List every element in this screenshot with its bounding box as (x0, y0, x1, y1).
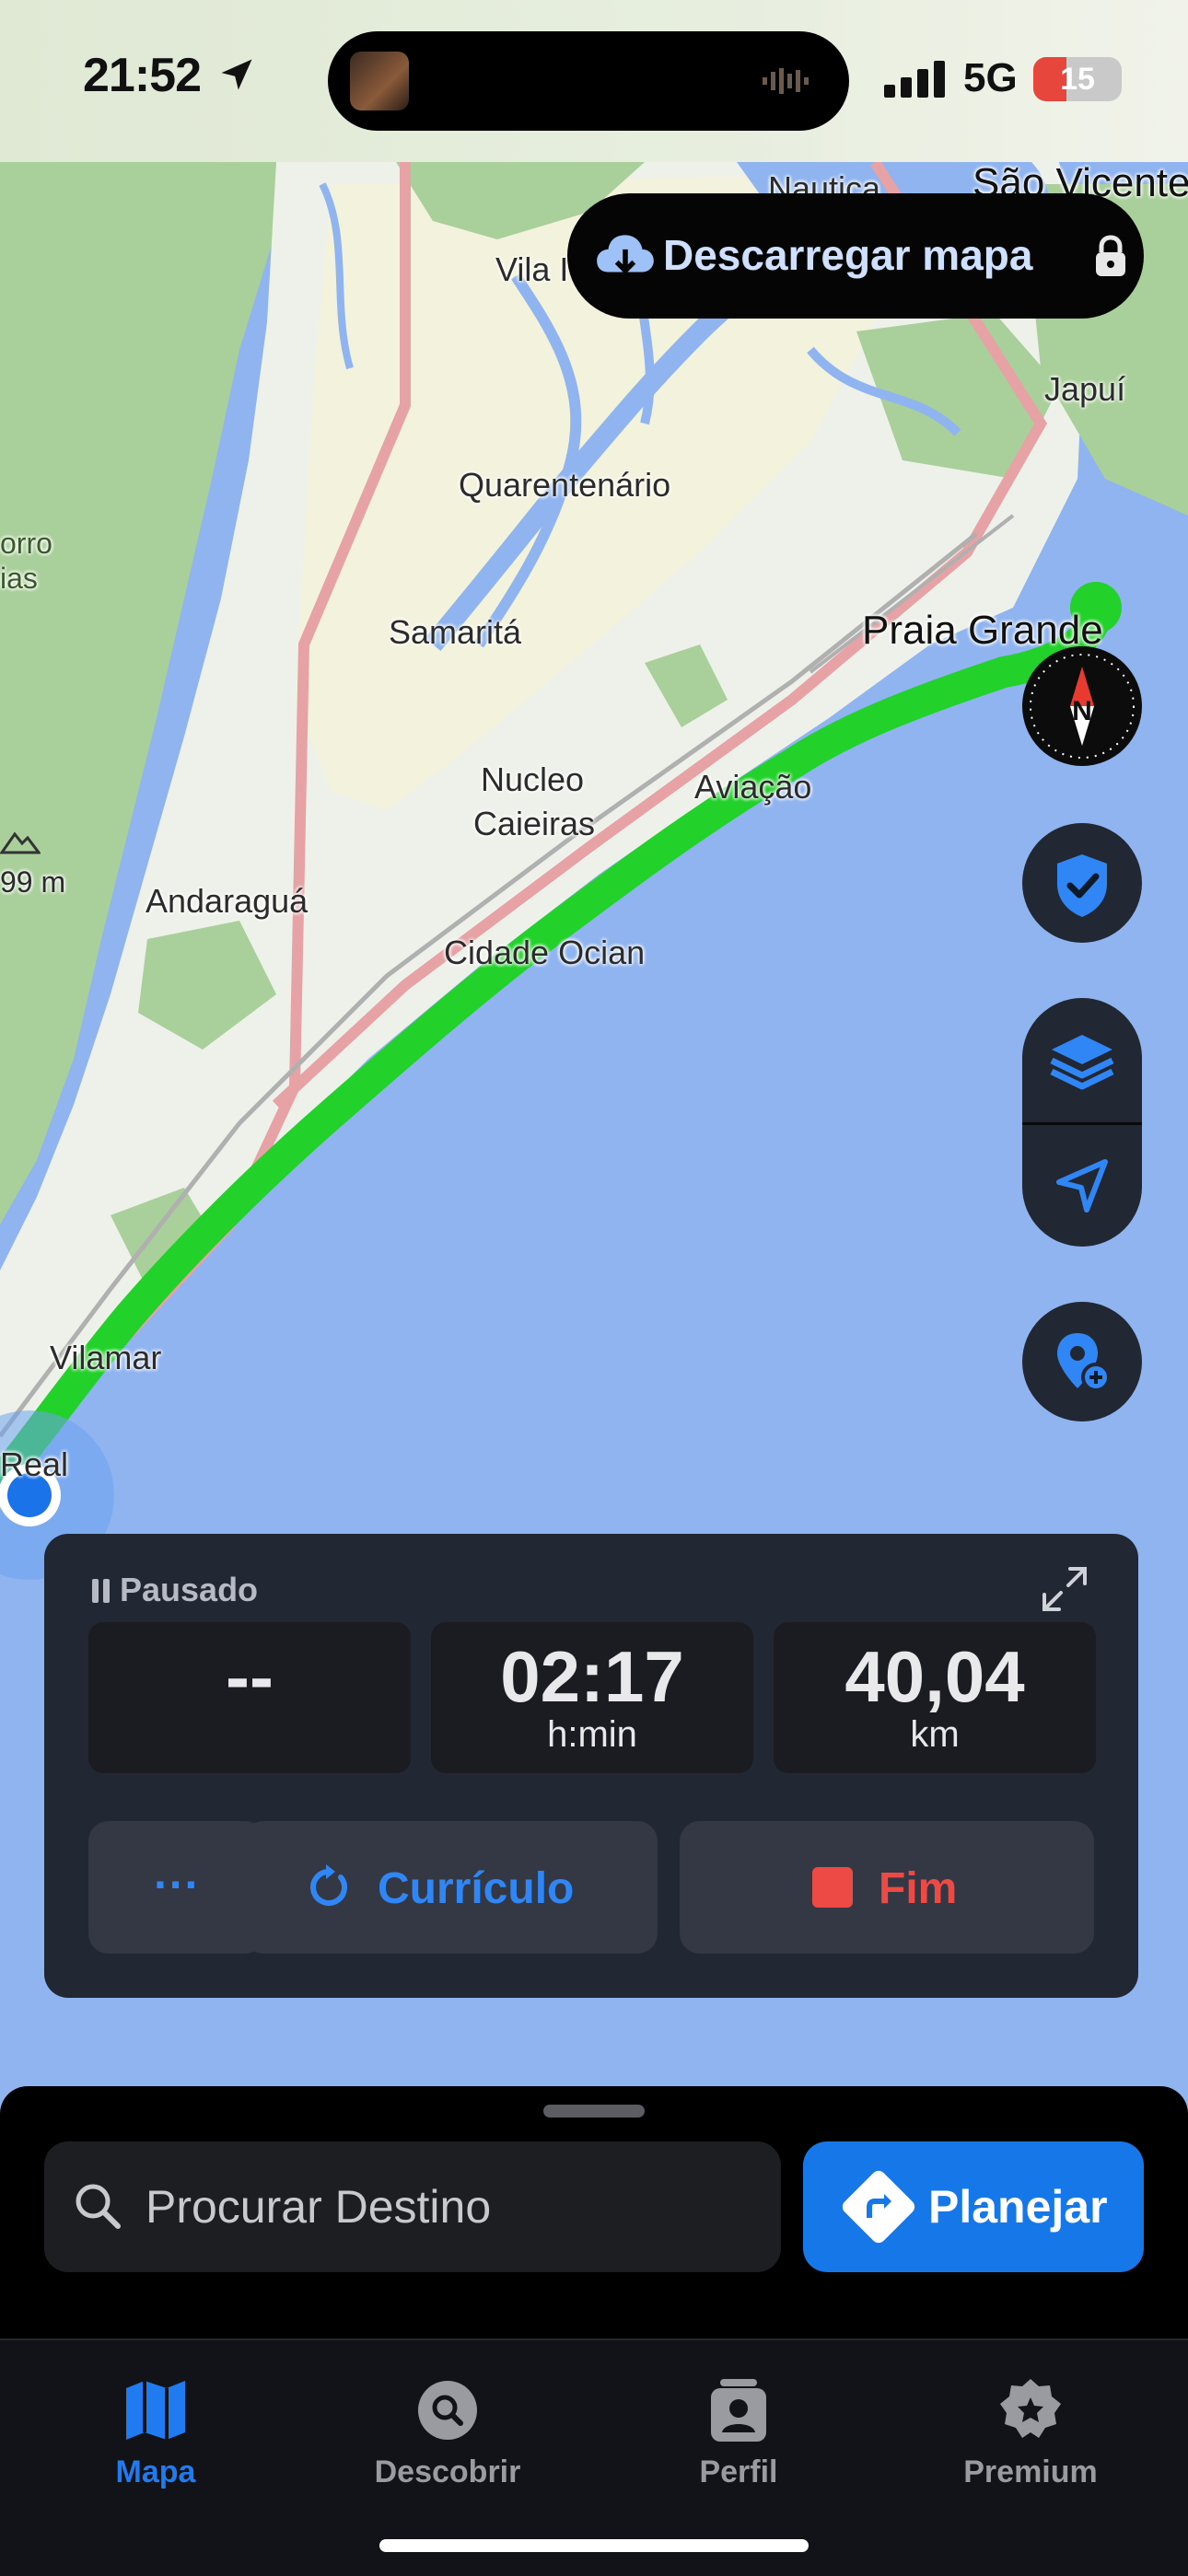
svg-text:N: N (1072, 696, 1092, 726)
tracking-status-label: Pausado (120, 1571, 259, 1608)
map-label-quarentenario: Quarentenário (459, 466, 671, 504)
lock-icon (1092, 234, 1129, 284)
resume-label: Currículo (378, 1864, 575, 1913)
cloud-download-icon (591, 221, 659, 294)
map-label-morro: orro (0, 527, 52, 560)
compass-icon: N (1030, 654, 1135, 759)
resume-icon (310, 1864, 347, 1906)
locate-me-button[interactable] (1022, 1125, 1142, 1247)
stat-distance-unit: km (910, 1714, 960, 1755)
tab-discover-label: Descobrir (374, 2454, 521, 2489)
audio-waveform-icon (763, 66, 818, 100)
stat-speed-value: -- (226, 1636, 274, 1717)
stop-icon (812, 1867, 853, 1908)
map-label-andaragua: Andaraguá (146, 882, 309, 920)
search-icon (76, 2184, 121, 2229)
map-icon (126, 2381, 185, 2440)
home-indicator[interactable] (379, 2539, 809, 2552)
map-label-japui: Japuí (1044, 370, 1126, 408)
map-label-elevation: 99 m (0, 865, 66, 899)
resume-button[interactable]: Currículo (243, 1821, 658, 1954)
stat-duration-value: 02:17 (500, 1636, 684, 1717)
map-label-samarita: Samaritá (389, 613, 522, 651)
map-label-morro-2: ias (0, 562, 38, 595)
map-label-caieiras: Caieiras (473, 805, 596, 842)
expand-icon (1042, 1567, 1087, 1611)
stat-distance: 40,04 km (774, 1622, 1096, 1773)
tab-map-label: Mapa (115, 2454, 196, 2489)
compass-button[interactable]: N (1022, 646, 1142, 766)
location-arrow-icon (221, 59, 252, 90)
status-time: 21:52 (83, 48, 257, 103)
map-label-aviacao: Aviação (694, 768, 812, 806)
battery-indicator: 15 (1033, 57, 1122, 101)
plan-route-label: Planejar (928, 2181, 1108, 2233)
download-map-label: Descarregar mapa (663, 231, 1033, 279)
tracking-panel: Pausado -- 02:17 h:min 40,04 km ··· Curr… (44, 1534, 1138, 1998)
layers-icon (1050, 1035, 1114, 1090)
directions-icon (842, 2170, 915, 2244)
map-label-cidade-ocian: Cidade Ocian (444, 934, 646, 971)
sheet-grabber[interactable] (543, 2105, 645, 2118)
tracking-status: Pausado (90, 1571, 258, 1609)
download-map-button[interactable]: Descarregar mapa (567, 193, 1144, 319)
more-options-button[interactable]: ··· (88, 1821, 265, 1954)
end-button[interactable]: Fim (680, 1821, 1094, 1954)
tab-map[interactable]: Mapa (45, 2362, 266, 2510)
tab-profile-label: Perfil (699, 2454, 778, 2489)
map-label-nucleo: Nucleo (481, 760, 585, 798)
pause-icon (92, 1579, 110, 1603)
battery-level-text: 15 (1060, 62, 1095, 97)
add-pin-icon (1057, 1333, 1111, 1392)
shield-check-icon (1057, 854, 1107, 917)
status-bar: 21:52 5G 15 (0, 0, 1188, 162)
stat-duration-unit: h:min (547, 1714, 637, 1755)
cellular-signal-icon (884, 61, 949, 102)
map-label-vila: Vila I (495, 250, 569, 288)
profile-icon (711, 2379, 766, 2442)
premium-icon (1000, 2379, 1061, 2438)
more-options-label: ··· (154, 1859, 200, 1910)
dynamic-island[interactable] (328, 31, 849, 131)
search-placeholder: Procurar Destino (146, 2181, 492, 2233)
tab-profile[interactable]: Perfil (628, 2362, 849, 2510)
search-destination-input[interactable]: Procurar Destino (44, 2141, 781, 2272)
tab-premium-label: Premium (963, 2454, 1098, 2489)
map-label-vilamar: Vilamar (50, 1339, 162, 1376)
map-controls-group (1022, 998, 1142, 1247)
network-type: 5G (963, 55, 1018, 100)
discover-icon (418, 2381, 477, 2440)
mountain-icon (0, 829, 41, 859)
status-time-text: 21:52 (83, 49, 202, 102)
stat-duration: 02:17 h:min (431, 1622, 753, 1773)
stat-speed: -- (88, 1622, 411, 1773)
now-playing-artwork[interactable] (350, 52, 409, 110)
end-label: Fim (879, 1864, 958, 1913)
location-arrow-icon (1056, 1159, 1108, 1213)
stat-distance-value: 40,04 (844, 1636, 1025, 1717)
add-pin-button[interactable] (1022, 1302, 1142, 1421)
map-label-real: Real (0, 1445, 69, 1483)
tab-discover[interactable]: Descobrir (337, 2362, 558, 2510)
plan-route-button[interactable]: Planejar (803, 2141, 1144, 2272)
tab-premium[interactable]: Premium (920, 2362, 1141, 2510)
expand-button[interactable] (1037, 1561, 1092, 1617)
safety-shield-button[interactable] (1022, 823, 1142, 943)
layers-button[interactable] (1022, 998, 1142, 1121)
